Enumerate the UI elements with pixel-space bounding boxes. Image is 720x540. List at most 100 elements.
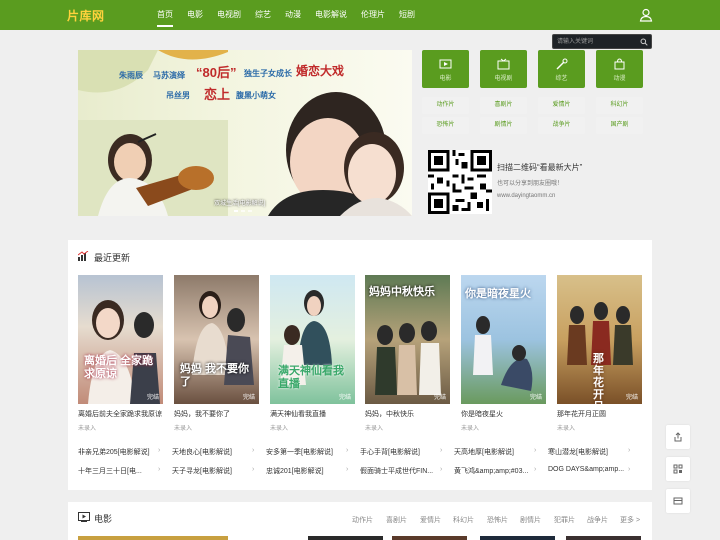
poster-title[interactable]: 满天神仙看我直播 <box>270 409 326 419</box>
genre-chip-action[interactable]: 动作片 <box>422 97 469 114</box>
search-icon[interactable] <box>640 38 648 46</box>
movie-thumbnail[interactable] <box>566 536 641 540</box>
tv-icon <box>497 58 510 70</box>
poster-cast: 未录入 <box>270 426 289 432</box>
text-link[interactable]: 安多第一季[电影解说] <box>266 447 348 457</box>
poster-card[interactable]: 那年花开月正圆 完结 <box>557 275 642 404</box>
text-link[interactable]: 天高地厚[电影解说] <box>454 447 536 457</box>
share-button[interactable] <box>666 425 690 449</box>
grid-icon <box>673 464 683 474</box>
movie-tab-drama[interactable]: 剧情片 <box>520 515 541 525</box>
category-label: 电影 <box>439 76 452 82</box>
nav-item-anime[interactable]: 动漫 <box>278 0 308 30</box>
category-label: 综艺 <box>555 76 568 82</box>
genre-chip-horror[interactable]: 恐怖片 <box>422 117 469 134</box>
movie-tab-more[interactable]: 更多 > <box>620 515 640 525</box>
category-tv-tile[interactable]: 电视剧 <box>480 50 527 88</box>
nav-item-home[interactable]: 首页 <box>150 0 180 30</box>
status-badge: 完结 <box>529 395 542 401</box>
poster-title[interactable]: 离婚后前夫全家跪求我原谅 <box>78 409 162 419</box>
nav-item-tv[interactable]: 电视剧 <box>210 0 248 30</box>
poster-card[interactable]: 你是暗夜星火 完结 <box>461 275 546 404</box>
poster-image <box>88 300 160 404</box>
separator-chevron-icon: › <box>346 447 349 454</box>
bag-icon <box>614 58 625 70</box>
genre-chip-war[interactable]: 战争片 <box>538 117 585 134</box>
text-link[interactable]: 寒山潜龙[电影解说] <box>548 447 630 457</box>
site-logo[interactable]: 片库网 <box>67 7 105 24</box>
user-icon[interactable] <box>639 8 653 22</box>
top-navigation-bar: 片库网 首页 电影 电视剧 综艺 动漫 电影解说 伦理片 短剧 <box>0 0 720 30</box>
movie-thumbnail[interactable] <box>308 536 383 540</box>
text-link[interactable]: 天子寻龙[电影解说] <box>172 466 254 476</box>
banner-dot[interactable] <box>248 210 252 212</box>
text-link[interactable]: DOG DAYS&amp;amp... <box>548 466 630 473</box>
movie-tab-action[interactable]: 动作片 <box>352 515 373 525</box>
nav-item-movie-commentary[interactable]: 电影解说 <box>308 0 354 30</box>
text-link[interactable]: 忠诚201[电影解说] <box>266 466 348 476</box>
banner-caption: 双城生活[电影解说] <box>214 201 266 207</box>
hero-banner[interactable]: 朱雨辰 马苏演绎 “80后” 独生子女成长 婚恋大戏 吊丝男 恋上 腹黑小萌女 … <box>78 50 412 216</box>
category-movies-tile[interactable]: 电影 <box>422 50 469 88</box>
poster-card[interactable]: 离婚后 全家跪求原谅 完结 <box>78 275 163 404</box>
poster-title[interactable]: 妈妈，我不要你了 <box>174 409 230 419</box>
nav-item-variety[interactable]: 综艺 <box>248 0 278 30</box>
poster-title-art: 妈妈中秋快乐 <box>369 286 435 298</box>
wand-icon <box>556 58 568 70</box>
recent-section-title: 最近更新 <box>94 253 131 263</box>
separator-chevron-icon: › <box>628 447 631 454</box>
text-link[interactable]: 假面骑士平成世代FIN... <box>360 466 442 476</box>
film-icon <box>78 512 90 522</box>
genre-chip-drama[interactable]: 剧情片 <box>480 117 527 134</box>
banner-dot[interactable] <box>234 210 238 212</box>
poster-title[interactable]: 你是暗夜星火 <box>461 409 503 419</box>
genre-chip-scifi[interactable]: 科幻片 <box>596 97 643 114</box>
movie-tab-crime[interactable]: 犯罪片 <box>554 515 575 525</box>
movie-thumbnail[interactable] <box>480 536 555 540</box>
text-link[interactable]: 非亲兄弟205[电影解说] <box>78 447 160 457</box>
nav-item-ethics[interactable]: 伦理片 <box>354 0 392 30</box>
movie-thumbnail[interactable] <box>392 536 467 540</box>
category-anime-tile[interactable]: 动漫 <box>596 50 643 88</box>
movie-tab-war[interactable]: 战争片 <box>587 515 608 525</box>
banner-headline-8: 腹黑小萌女 <box>236 91 276 100</box>
status-badge: 完结 <box>433 395 446 401</box>
banner-headline-7: 恋上 <box>204 87 231 102</box>
banner-headline-6: 吊丝男 <box>166 91 190 100</box>
text-link[interactable]: 十年三月三十日[电... <box>78 466 160 476</box>
poster-title[interactable]: 那年花开月正圆 <box>557 409 606 419</box>
text-link[interactable]: 天地良心[电影解说] <box>172 447 254 457</box>
movie-thumbnail[interactable] <box>78 536 228 540</box>
text-link[interactable]: 黄飞鸿&amp;amp;#03... <box>454 466 536 476</box>
genre-chip-romance[interactable]: 爱情片 <box>538 97 585 114</box>
poster-cast: 未录入 <box>557 426 576 432</box>
share-icon <box>674 432 682 442</box>
poster-title[interactable]: 妈妈，中秋快乐 <box>365 409 414 419</box>
movie-tab-scifi[interactable]: 科幻片 <box>453 515 474 525</box>
qr-url[interactable]: www.dayingtaomm.cn <box>497 193 555 199</box>
qr-view-button[interactable] <box>666 457 690 481</box>
movie-tab-horror[interactable]: 恐怖片 <box>487 515 508 525</box>
poster-cast: 未录入 <box>174 426 193 432</box>
separator-chevron-icon: › <box>628 466 631 473</box>
search-input[interactable] <box>557 36 637 48</box>
genre-chip-comedy[interactable]: 喜剧片 <box>480 97 527 114</box>
banner-dot[interactable] <box>241 210 245 212</box>
banner-pagination <box>234 210 252 212</box>
movie-tab-romance[interactable]: 爱情片 <box>420 515 441 525</box>
poster-card[interactable]: 满天神仙看我直播 完结 <box>270 275 355 404</box>
poster-card[interactable]: 妈妈中秋快乐 完结 <box>365 275 450 404</box>
nav-item-shorts[interactable]: 短剧 <box>392 0 422 30</box>
card-icon <box>673 497 683 505</box>
qr-title: 扫描二维码“看最新大片” <box>497 163 583 172</box>
poster-card[interactable]: 妈妈 我不要你了 完结 <box>174 275 259 404</box>
poster-title-art: 你是暗夜星火 <box>465 288 531 300</box>
genre-chip-domestic[interactable]: 国产剧 <box>596 117 643 134</box>
category-label: 动漫 <box>613 76 626 82</box>
feedback-button[interactable] <box>666 489 690 513</box>
text-link[interactable]: 手心手背[电影解说] <box>360 447 442 457</box>
qr-panel: 扫描二维码“看最新大片” 也可以分享到朋友圈哦！ www.dayingtaomm… <box>422 140 644 226</box>
movie-tab-comedy[interactable]: 喜剧片 <box>386 515 407 525</box>
nav-item-movies[interactable]: 电影 <box>180 0 210 30</box>
category-variety-tile[interactable]: 综艺 <box>538 50 585 88</box>
